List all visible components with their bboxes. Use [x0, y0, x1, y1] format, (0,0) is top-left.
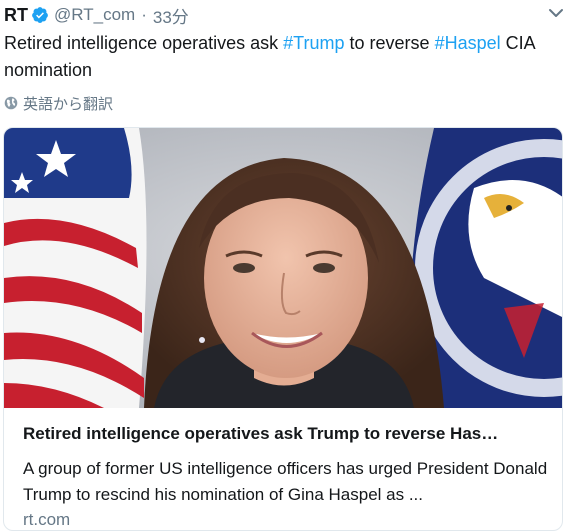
- tweet-text-part: Retired intelligence operatives ask: [4, 33, 284, 53]
- tweet-text-part: to reverse: [344, 33, 435, 53]
- translate-label: 英語から翻訳: [23, 95, 114, 113]
- tweet-text: Retired intelligence operatives ask #Tru…: [4, 30, 559, 84]
- chevron-down-icon[interactable]: [548, 6, 564, 24]
- globe-icon: [4, 96, 18, 110]
- us-flag: [4, 128, 147, 408]
- card-domain: rt.com: [23, 510, 71, 529]
- translate-tweet-link[interactable]: 英語から翻訳: [4, 92, 113, 114]
- card-image: [4, 128, 562, 408]
- tweet-header: RT @RT_com · 33分: [4, 2, 560, 28]
- author-handle[interactable]: @RT_com: [54, 5, 135, 25]
- card-title[interactable]: Retired intelligence operatives ask Trum…: [23, 424, 551, 444]
- hashtag-haspel[interactable]: #Haspel: [435, 33, 501, 53]
- hashtag-trump[interactable]: #Trump: [283, 33, 344, 53]
- tweet-timestamp[interactable]: 33分: [153, 3, 189, 28]
- link-card[interactable]: Retired intelligence operatives ask Trum…: [3, 127, 563, 531]
- separator-dot: ·: [141, 5, 147, 24]
- card-description: A group of former US intelligence office…: [23, 459, 548, 504]
- verified-badge-icon: [31, 6, 49, 24]
- author-name[interactable]: RT: [4, 5, 28, 26]
